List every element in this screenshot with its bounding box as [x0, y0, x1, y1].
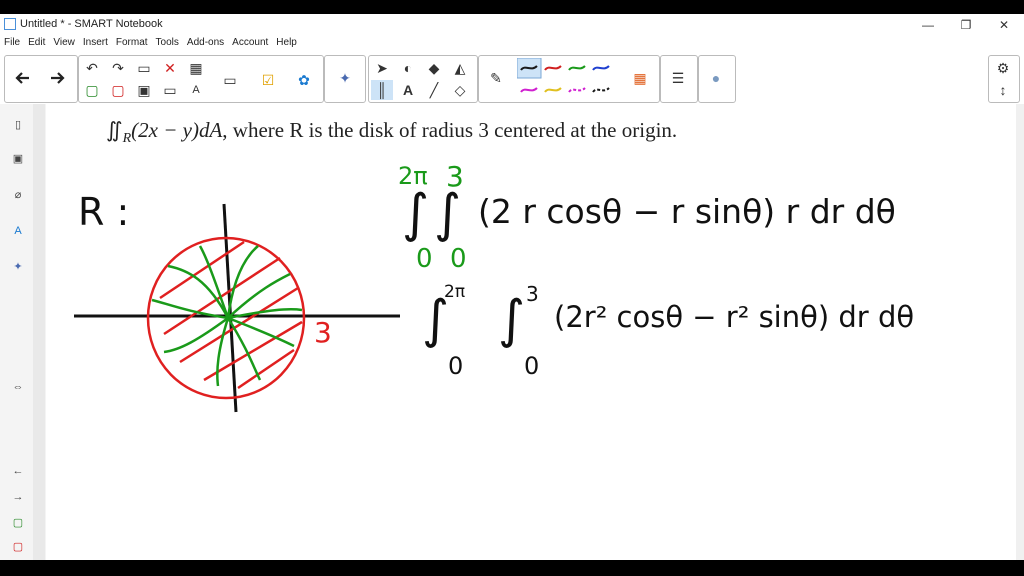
select-icon[interactable]: ➤ [371, 58, 393, 78]
menu-addons[interactable]: Add-ons [183, 36, 228, 50]
line-tool-icon[interactable]: ╱ [423, 80, 445, 100]
resize-sidebar-icon[interactable]: ⇔ [9, 378, 27, 396]
problem-statement: ∬R(2x − y)dA, where R is the disk of rad… [106, 118, 677, 147]
pen-group: ✎ ▦ [478, 55, 660, 103]
pencil-icon[interactable]: ✎ [485, 68, 507, 88]
table-icon[interactable]: ▦ [185, 58, 207, 78]
close-button[interactable]: ✕ [984, 16, 1024, 34]
fill-icon[interactable]: ◭ [449, 58, 471, 78]
integrand: (2x − y)dA [131, 118, 223, 142]
display-icon[interactable]: ▭ [219, 70, 241, 90]
edit-group: ↶ ↷ ▭ ✕ ▦ ▢ ▢ ▣ ▭ A ▭ ☑ ✿ [78, 55, 324, 103]
bottom-letterbox [0, 560, 1024, 576]
main-toolbar: ↶ ↷ ▭ ✕ ▦ ▢ ▢ ▣ ▭ A ▭ ☑ ✿ ✦ ➤ ◐ ◆ ◭ ║ A … [0, 52, 1024, 105]
delete-icon[interactable]: ✕ [159, 58, 181, 78]
lab-icon[interactable]: ✿ [293, 70, 315, 90]
gear-icon[interactable]: ⚙ [992, 58, 1014, 78]
minimize-button[interactable]: — [908, 16, 948, 34]
addons-group: ✦ [324, 55, 366, 103]
line2-outer-upper-limit: 2π [444, 282, 466, 302]
eraser-icon[interactable]: ◇ [449, 80, 471, 100]
line2-inner-lower-limit: 0 [524, 352, 540, 380]
line1-outer-integral-sign: ∫ [402, 184, 430, 244]
line2-integrand: (2r² cosθ − r² sinθ) dr dθ [554, 300, 915, 334]
attachments-icon[interactable]: ⌀ [9, 186, 27, 204]
title-bar: Untitled * - SMART Notebook — ❐ ✕ [0, 14, 1024, 36]
add-page-side-icon[interactable]: ▢ [9, 514, 27, 532]
paste-icon[interactable]: ▭ [133, 58, 155, 78]
menu-tools[interactable]: Tools [152, 36, 183, 50]
response-icon[interactable]: ☑ [257, 70, 279, 90]
pens-icon[interactable]: ║ [371, 80, 393, 100]
effects-group: ● [698, 55, 736, 103]
effects-icon[interactable]: ● [705, 68, 727, 88]
line1-outer-lower-limit: 0 [416, 244, 433, 274]
eraser-shape-icon[interactable]: ◆ [423, 58, 445, 78]
undo-icon[interactable]: ↶ [81, 58, 103, 78]
page-sorter-icon[interactable]: ▯ [9, 116, 27, 134]
properties-icon[interactable]: A [9, 222, 27, 240]
menu-bar: File Edit View Insert Format Tools Add-ons Acco… [0, 36, 1024, 52]
right-edge [1016, 104, 1024, 560]
recognize-icon[interactable]: A [185, 80, 207, 100]
color-palette-icon[interactable]: ▦ [629, 68, 651, 88]
line1-integrand: (2 r cosθ − r sinθ) r dr dθ [478, 192, 896, 231]
line2-outer-lower-limit: 0 [448, 352, 464, 380]
menu-format[interactable]: Format [112, 36, 152, 50]
redo-icon[interactable]: ↷ [107, 58, 129, 78]
region-subscript: R [122, 131, 132, 147]
arrow-left-icon[interactable] [11, 68, 33, 88]
settings-group: ⚙ ↕ [988, 55, 1020, 103]
whiteboard-canvas[interactable]: ∬R(2x − y)dA, where R is the disk of rad… [46, 104, 1016, 560]
menu-view[interactable]: View [49, 36, 79, 50]
line2-inner-upper-limit: 3 [526, 282, 539, 306]
delete-page-side-icon[interactable]: ▢ [9, 538, 27, 556]
restore-button[interactable]: ❐ [946, 16, 986, 34]
line1-inner-integral-sign: ∫ [434, 184, 462, 244]
window-title: Untitled * - SMART Notebook [20, 18, 163, 30]
screen-shade-icon[interactable]: ▭ [159, 80, 181, 100]
prev-page-icon[interactable]: ← [9, 462, 27, 480]
menu-account[interactable]: Account [228, 36, 272, 50]
vertical-scrollbar[interactable] [33, 104, 45, 560]
line1-inner-lower-limit: 0 [450, 244, 467, 274]
text-tool-icon[interactable]: A [397, 80, 419, 100]
top-letterbox [0, 0, 1024, 14]
radius-label: 3 [314, 316, 332, 349]
menu-insert[interactable]: Insert [79, 36, 112, 50]
save-icon[interactable]: ▣ [133, 80, 155, 100]
pen-color-swatches[interactable] [517, 58, 617, 100]
problem-text: , where R is the disk of radius 3 center… [222, 118, 678, 142]
double-integral-symbol: ∬ [106, 118, 123, 142]
notebook-app-icon [4, 18, 16, 30]
nav-group [4, 55, 78, 103]
gallery-icon[interactable]: ▣ [9, 150, 27, 168]
add-page-icon[interactable]: ▢ [81, 80, 103, 100]
tools-group: ➤ ◐ ◆ ◭ ║ A ╱ ◇ [368, 55, 478, 103]
arrow-right-icon[interactable] [47, 68, 69, 88]
line-style-icon[interactable]: ☰ [667, 68, 689, 88]
menu-file[interactable]: File [0, 36, 24, 50]
line-style-group: ☰ [660, 55, 698, 103]
puzzle-icon[interactable]: ✦ [334, 68, 356, 88]
move-toolbar-icon[interactable]: ↕ [992, 80, 1014, 100]
addons-tab-icon[interactable]: ✦ [9, 258, 27, 276]
shape-icon[interactable]: ◐ [397, 58, 419, 78]
delete-page-icon[interactable]: ▢ [107, 80, 129, 100]
disk-sketch [74, 203, 400, 413]
menu-help[interactable]: Help [272, 36, 301, 50]
line2-inner-integral-sign: ∫ [498, 290, 526, 350]
next-page-icon[interactable]: → [9, 488, 27, 506]
menu-edit[interactable]: Edit [24, 36, 49, 50]
